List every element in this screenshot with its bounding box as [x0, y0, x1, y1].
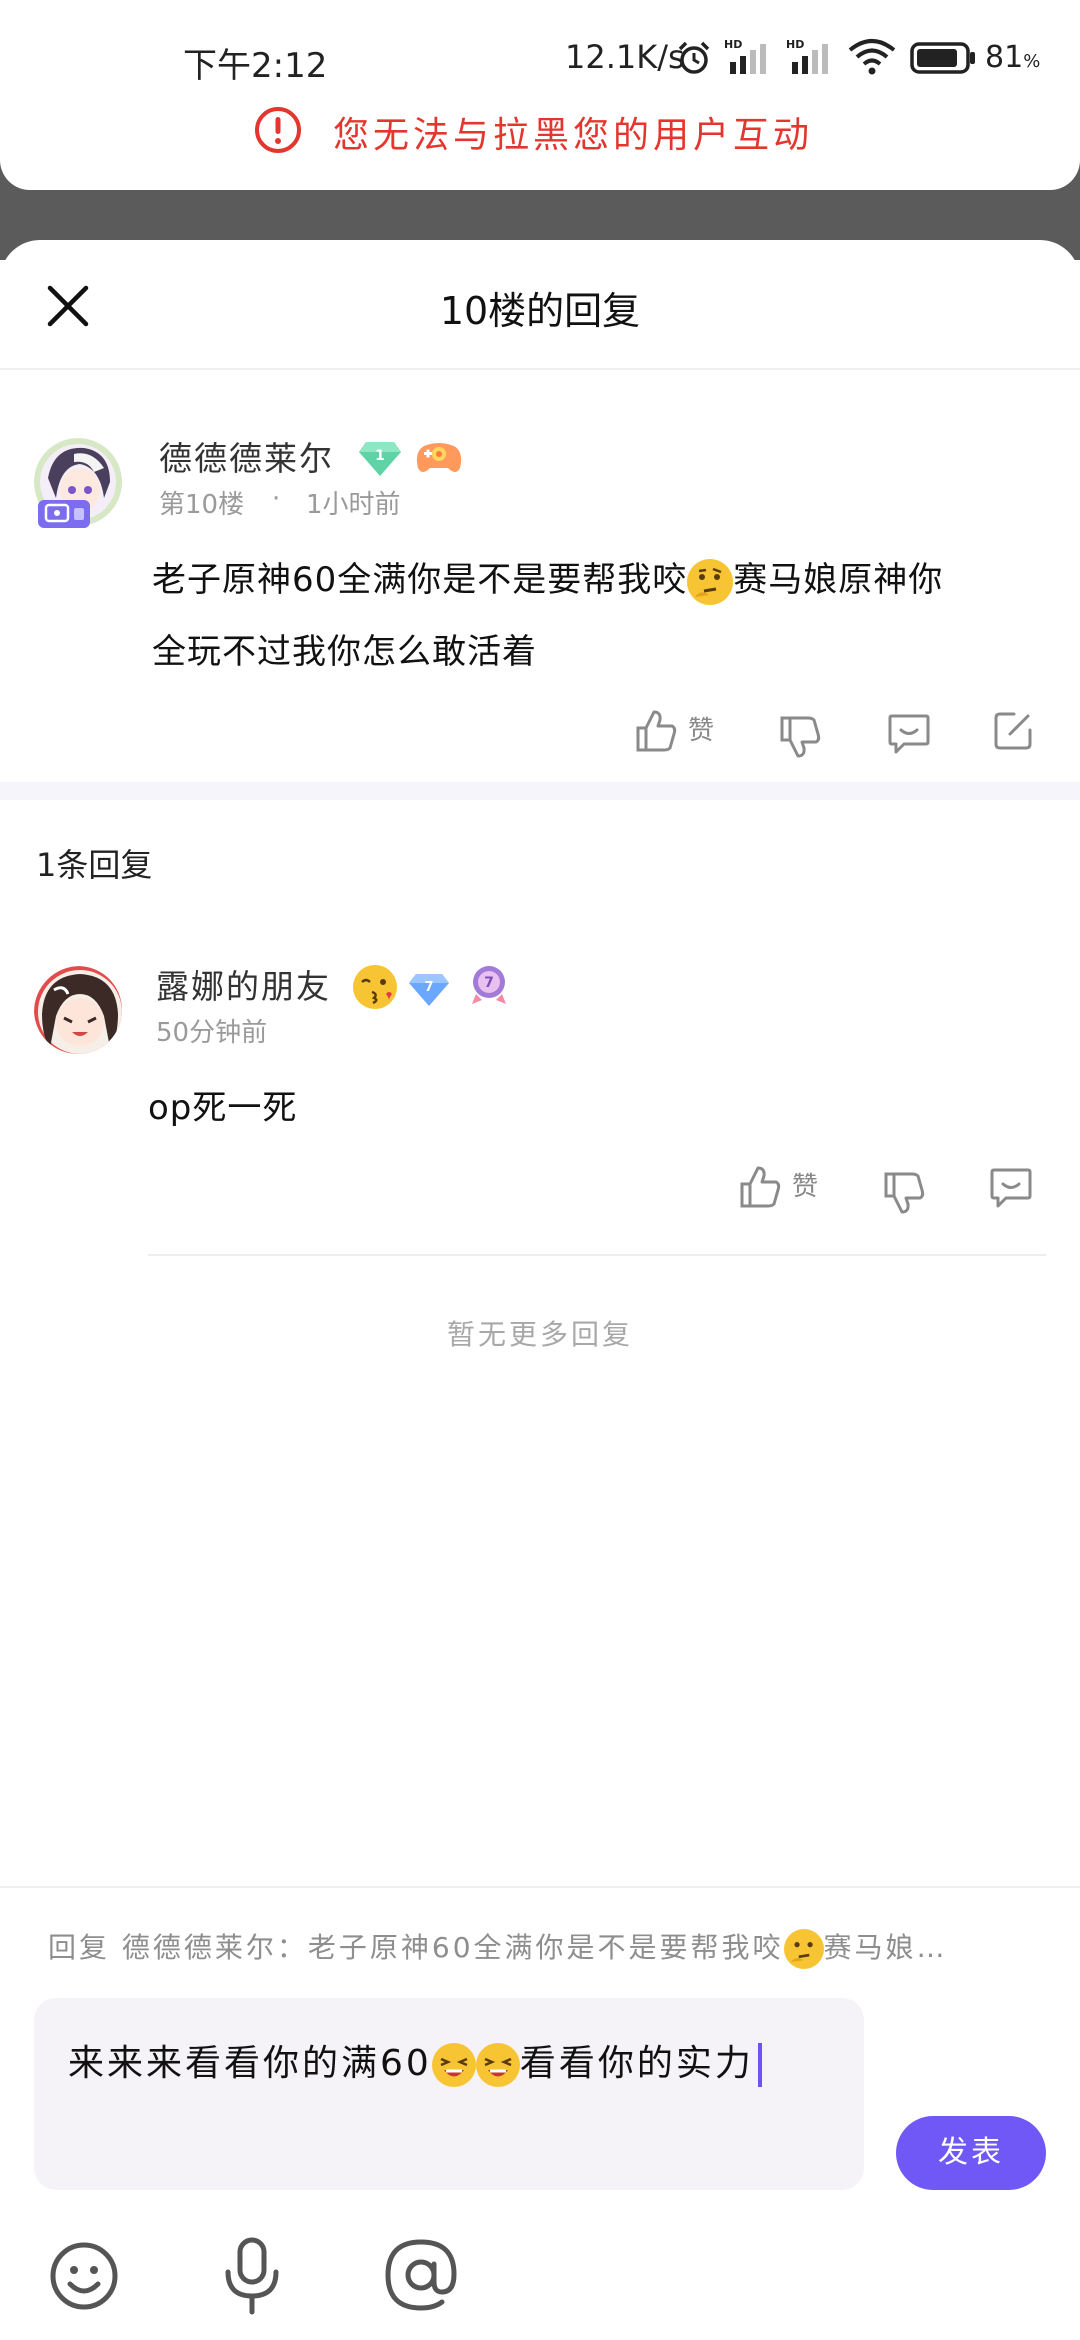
- close-button[interactable]: [44, 282, 92, 330]
- reply-input-field[interactable]: [34, 1998, 864, 2190]
- battery-icon: [910, 42, 975, 74]
- svg-text:HD: HD: [724, 38, 742, 51]
- warning-icon: [255, 107, 301, 153]
- alarm-icon: [678, 41, 710, 74]
- wifi-icon: [848, 39, 896, 75]
- signal-hd-1-icon: HD: [724, 38, 766, 74]
- svg-text:HD: HD: [786, 38, 804, 51]
- status-time: 下午2:12: [183, 46, 328, 86]
- battery-percent: 81%: [985, 40, 1041, 75]
- network-speed: 12.1K/s: [565, 38, 685, 76]
- block-toast-message: 您无法与拉黑您的用户互动: [333, 115, 814, 156]
- send-button[interactable]: 发表: [896, 2116, 1046, 2190]
- top-bar: 下午2:12 12.1K/s HD HD 81% 您无法与拉黑您的用户互动: [0, 0, 1080, 190]
- signal-hd-2-icon: HD: [786, 38, 828, 74]
